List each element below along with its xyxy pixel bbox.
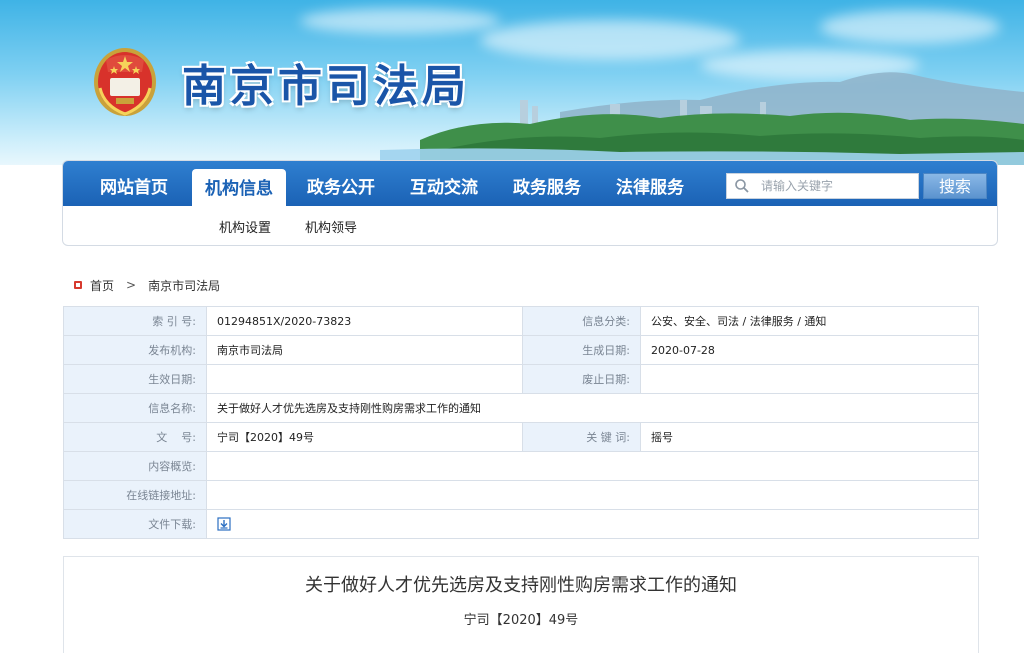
site-title: 南京市司法局 [182,61,470,112]
table-row: 发布机构: 南京市司法局 生成日期: 2020-07-28 [63,335,979,365]
table-row: 文件下载: [63,509,979,539]
search-input[interactable] [761,176,911,196]
main-nav-panel: 网站首页 机构信息 政务公开 互动交流 政务服务 法律服务 搜索 机构设置 机构… [62,160,998,246]
file-download-label: 文件下载: [63,509,207,539]
file-download-cell [206,509,979,539]
doc-number-label: 文 号: [63,422,207,452]
breadcrumb-current-link[interactable]: 南京市司法局 [148,277,220,294]
expire-date-value [640,364,979,394]
nav-legal-services[interactable]: 法律服务 [605,171,695,205]
effective-date-value [206,364,523,394]
publisher-label: 发布机构: [63,335,207,365]
document-info-table: 索 引 号: 01294851X/2020-73823 信息分类: 公安、安全、… [63,306,979,539]
keyword-label: 关 键 词: [522,422,641,452]
created-date-label: 生成日期: [522,335,641,365]
subnav-institution-setup[interactable]: 机构设置 [219,217,271,236]
expire-date-label: 废止日期: [522,364,641,394]
publisher-value: 南京市司法局 [206,335,523,365]
breadcrumb: 首页 > 南京市司法局 [74,277,220,293]
effective-date-label: 生效日期: [63,364,207,394]
nav-government-affairs[interactable]: 政务公开 [296,171,386,205]
search-icon [735,179,749,193]
table-row: 信息名称: 关于做好人才优先选房及支持刚性购房需求工作的通知 [63,393,979,423]
site-banner: 南京市司法局 [0,0,1024,165]
breadcrumb-home-link[interactable]: 首页 [90,277,114,294]
home-icon [74,281,82,289]
nav-government-services[interactable]: 政务服务 [502,171,592,205]
article-doc-number: 宁司【2020】49号 [463,613,579,628]
nav-institution-info[interactable]: 机构信息 [192,169,286,206]
doc-number-value: 宁司【2020】49号 [206,422,523,452]
breadcrumb-separator: > [126,278,137,292]
table-row: 索 引 号: 01294851X/2020-73823 信息分类: 公安、安全、… [63,306,979,336]
main-nav-bar: 网站首页 机构信息 政务公开 互动交流 政务服务 法律服务 搜索 [63,161,997,206]
index-number-value: 01294851X/2020-73823 [206,306,523,336]
index-number-label: 索 引 号: [63,306,207,336]
subnav-institution-leaders[interactable]: 机构领导 [305,217,357,236]
info-name-label: 信息名称: [63,393,207,423]
nav-interaction[interactable]: 互动交流 [399,171,489,205]
article-title: 关于做好人才优先选房及支持刚性购房需求工作的通知 [305,575,737,596]
search-box [726,173,919,199]
nav-home[interactable]: 网站首页 [89,171,179,205]
overview-value [206,451,979,481]
table-row: 内容概览: [63,451,979,481]
category-label: 信息分类: [522,306,641,336]
download-icon[interactable] [217,517,231,531]
online-link-label: 在线链接地址: [63,480,207,510]
keyword-value: 摇号 [640,422,979,452]
online-link-value [206,480,979,510]
table-row: 生效日期: 废止日期: [63,364,979,394]
justice-emblem-icon [94,48,156,116]
table-row: 文 号: 宁司【2020】49号 关 键 词: 摇号 [63,422,979,452]
search-button[interactable]: 搜索 [923,173,987,199]
info-name-value: 关于做好人才优先选房及支持刚性购房需求工作的通知 [206,393,979,423]
overview-label: 内容概览: [63,451,207,481]
article-panel: 关于做好人才优先选房及支持刚性购房需求工作的通知 宁司【2020】49号 [63,556,979,653]
table-row: 在线链接地址: [63,480,979,510]
created-date-value: 2020-07-28 [640,335,979,365]
category-value: 公安、安全、司法 / 法律服务 / 通知 [640,306,979,336]
